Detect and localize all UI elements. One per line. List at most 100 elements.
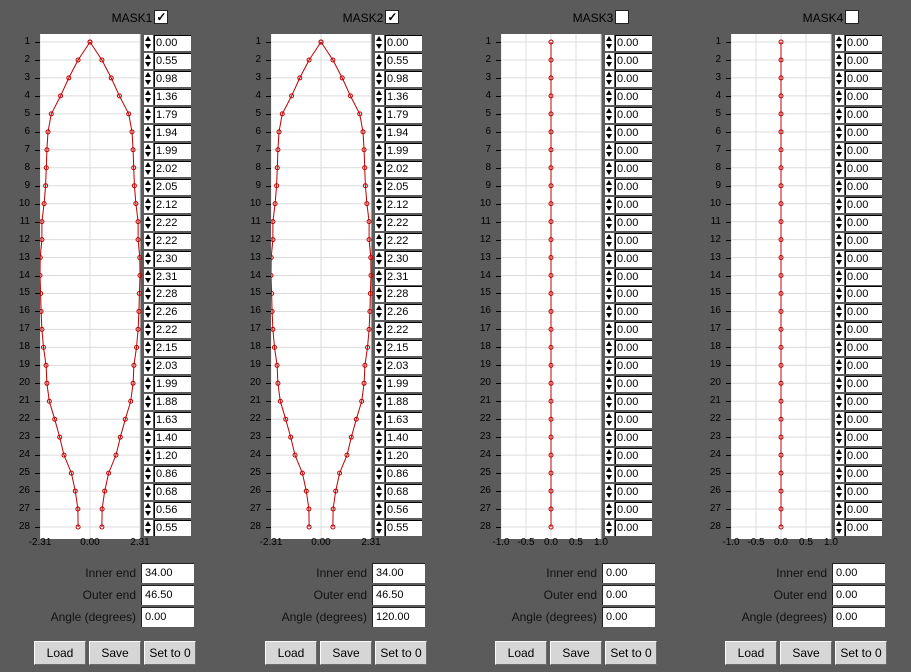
arrow-down-icon[interactable]	[376, 259, 382, 265]
arrow-down-icon[interactable]	[145, 133, 151, 139]
value-spinner[interactable]	[605, 466, 614, 483]
value-field[interactable]: 0.00	[845, 430, 882, 447]
value-spinner[interactable]	[144, 412, 153, 429]
value-field[interactable]: 0.00	[615, 394, 652, 411]
arrow-up-icon[interactable]	[145, 215, 151, 221]
arrow-up-icon[interactable]	[836, 143, 842, 149]
value-spinner[interactable]	[375, 88, 384, 105]
value-spinner[interactable]	[375, 52, 384, 69]
arrow-down-icon[interactable]	[145, 403, 151, 409]
arrow-up-icon[interactable]	[376, 179, 382, 185]
arrow-down-icon[interactable]	[145, 385, 151, 391]
value-field[interactable]: 1.99	[154, 376, 191, 393]
value-field[interactable]: 0.00	[845, 35, 882, 51]
arrow-up-icon[interactable]	[376, 287, 382, 293]
arrow-down-icon[interactable]	[145, 187, 151, 193]
arrow-down-icon[interactable]	[145, 331, 151, 337]
arrow-down-icon[interactable]	[836, 349, 842, 355]
value-spinner[interactable]	[605, 448, 614, 465]
value-spinner[interactable]	[144, 35, 153, 51]
load-button[interactable]: Load	[725, 641, 777, 665]
arrow-down-icon[interactable]	[145, 205, 151, 211]
value-field[interactable]: 0.00	[845, 214, 882, 231]
arrow-up-icon[interactable]	[606, 89, 612, 95]
value-spinner[interactable]	[605, 142, 614, 159]
value-spinner[interactable]	[375, 520, 384, 536]
value-spinner[interactable]	[835, 520, 844, 536]
value-spinner[interactable]	[605, 520, 614, 536]
arrow-down-icon[interactable]	[836, 295, 842, 301]
value-spinner[interactable]	[835, 340, 844, 357]
value-field[interactable]: 0.00	[615, 358, 652, 375]
value-spinner[interactable]	[605, 196, 614, 213]
arrow-down-icon[interactable]	[145, 79, 151, 85]
value-spinner[interactable]	[375, 196, 384, 213]
arrow-up-icon[interactable]	[836, 449, 842, 455]
arrow-up-icon[interactable]	[376, 251, 382, 257]
arrow-up-icon[interactable]	[606, 413, 612, 419]
value-field[interactable]: 2.05	[385, 178, 422, 195]
arrow-down-icon[interactable]	[145, 44, 151, 49]
value-field[interactable]: 0.00	[845, 358, 882, 375]
value-spinner[interactable]	[144, 376, 153, 393]
arrow-up-icon[interactable]	[145, 107, 151, 113]
arrow-up-icon[interactable]	[836, 287, 842, 293]
arrow-up-icon[interactable]	[836, 521, 842, 526]
arrow-down-icon[interactable]	[606, 349, 612, 355]
arrow-down-icon[interactable]	[376, 421, 382, 427]
set-to-zero-button[interactable]: Set to 0	[375, 641, 427, 665]
value-field[interactable]: 0.55	[385, 520, 422, 536]
value-spinner[interactable]	[835, 412, 844, 429]
arrow-down-icon[interactable]	[376, 115, 382, 121]
arrow-up-icon[interactable]	[145, 197, 151, 203]
arrow-down-icon[interactable]	[376, 277, 382, 283]
arrow-up-icon[interactable]	[376, 233, 382, 239]
arrow-down-icon[interactable]	[145, 475, 151, 481]
value-field[interactable]: 0.00	[615, 466, 652, 483]
arrow-up-icon[interactable]	[836, 161, 842, 167]
value-field[interactable]: 0.00	[615, 232, 652, 249]
value-spinner[interactable]	[144, 340, 153, 357]
load-button[interactable]: Load	[495, 641, 547, 665]
value-field[interactable]: 0.00	[615, 484, 652, 501]
value-spinner[interactable]	[835, 448, 844, 465]
value-field[interactable]: 0.00	[615, 178, 652, 195]
mask-enable-checkbox[interactable]	[845, 9, 860, 24]
arrow-up-icon[interactable]	[376, 395, 382, 401]
value-spinner[interactable]	[605, 70, 614, 87]
arrow-down-icon[interactable]	[836, 205, 842, 211]
arrow-up-icon[interactable]	[836, 305, 842, 311]
value-field[interactable]: 2.22	[154, 214, 191, 231]
value-spinner[interactable]	[144, 466, 153, 483]
value-field[interactable]: 0.00	[615, 250, 652, 267]
arrow-up-icon[interactable]	[376, 377, 382, 383]
arrow-up-icon[interactable]	[836, 323, 842, 329]
value-spinner[interactable]	[835, 268, 844, 285]
value-field[interactable]: 0.00	[615, 268, 652, 285]
arrow-up-icon[interactable]	[376, 485, 382, 491]
value-field[interactable]: 0.55	[385, 52, 422, 69]
value-field[interactable]: 0.00	[845, 160, 882, 177]
arrow-up-icon[interactable]	[376, 521, 382, 526]
arrow-down-icon[interactable]	[836, 313, 842, 319]
value-field[interactable]: 2.26	[385, 304, 422, 321]
value-spinner[interactable]	[835, 484, 844, 501]
value-field[interactable]: 1.94	[385, 124, 422, 141]
param-input[interactable]: 0.00	[602, 563, 655, 583]
arrow-down-icon[interactable]	[145, 151, 151, 157]
arrow-down-icon[interactable]	[836, 187, 842, 193]
value-field[interactable]: 1.36	[385, 88, 422, 105]
value-field[interactable]: 1.99	[385, 142, 422, 159]
value-field[interactable]: 2.12	[154, 196, 191, 213]
value-field[interactable]: 0.00	[845, 376, 882, 393]
arrow-down-icon[interactable]	[606, 385, 612, 391]
arrow-up-icon[interactable]	[145, 287, 151, 293]
value-spinner[interactable]	[375, 160, 384, 177]
value-field[interactable]: 1.94	[154, 124, 191, 141]
value-field[interactable]: 0.00	[615, 88, 652, 105]
value-spinner[interactable]	[605, 376, 614, 393]
arrow-down-icon[interactable]	[145, 511, 151, 517]
save-button[interactable]: Save	[780, 641, 832, 665]
arrow-down-icon[interactable]	[376, 44, 382, 49]
arrow-up-icon[interactable]	[145, 485, 151, 491]
